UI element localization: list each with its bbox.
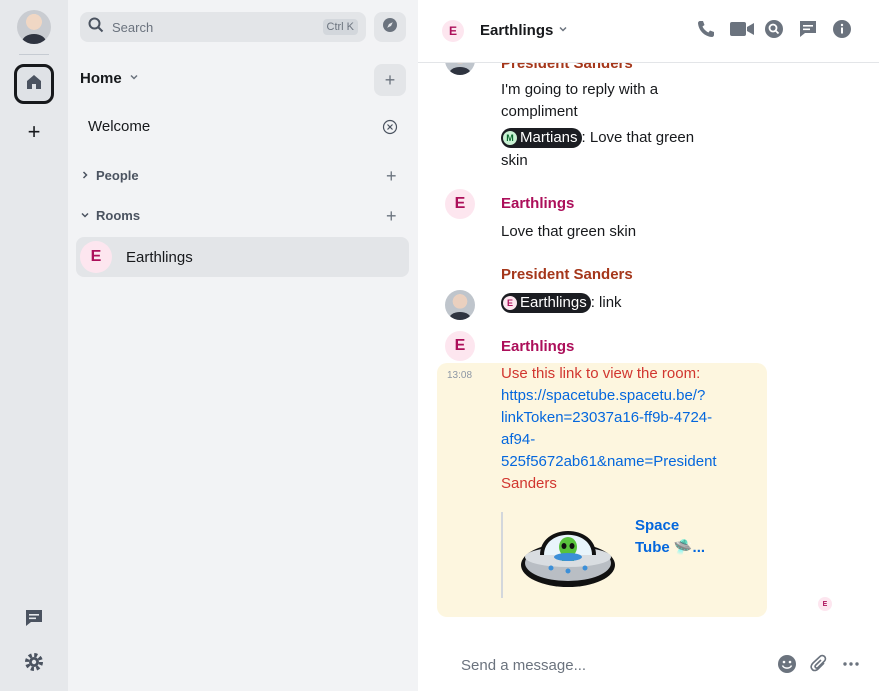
read-receipt-avatar[interactable]: E [818,597,832,611]
smiley-icon [777,654,797,679]
message-link[interactable]: 525f5672ab61&name=President [501,451,717,473]
pill-avatar: M [503,131,517,146]
user-pill-martians[interactable]: M Martians [501,128,582,149]
attach-button[interactable] [808,654,830,679]
reply-line: M Martians : Love that green [501,127,694,149]
message-body: : link [590,294,622,311]
phone-icon [696,19,716,44]
threads-icon [23,607,45,634]
sender-name[interactable]: President Sanders [501,266,633,283]
threads-button[interactable] [797,20,819,42]
explore-rooms-button[interactable] [374,12,406,42]
room-info-button[interactable] [831,19,853,44]
sender-avatar[interactable] [445,290,475,320]
room-search-button[interactable] [763,19,785,44]
video-call-button[interactable] [729,20,755,42]
room-header-avatar[interactable]: E [442,20,464,42]
add-room-button[interactable]: + [374,64,406,96]
pill-label: Martians [520,129,578,147]
sender-avatar[interactable]: E [445,189,475,219]
room-list-panel: Search Ctrl K Home + Welcome People + Ro… [68,0,418,691]
chevron-right-icon [80,168,90,183]
chevron-down-icon [128,70,140,87]
section-label: People [96,168,139,183]
threads-button[interactable] [20,606,48,634]
search-shortcut: Ctrl K [322,19,358,35]
message-body: Sanders [501,475,557,492]
pill-label: Earthlings [520,294,587,312]
home-icon [24,72,44,97]
link-preview-bar [501,512,503,598]
message-body: I'm going to reply with a [501,81,659,98]
preview-title-line: Space [635,517,680,534]
plus-icon: + [27,119,41,144]
add-room-to-section-button[interactable]: + [386,207,397,225]
sender-name[interactable]: Earthlings [501,195,574,212]
message-link[interactable]: af94- [501,429,535,451]
message-body: skin [501,152,528,169]
room-view: E Earthlings President Sanders I'm going… [418,0,879,691]
video-camera-icon [729,19,755,44]
room-avatar: E [80,241,112,273]
home-space-button[interactable] [14,64,54,104]
message-timeline: President Sanders I'm going to reply wit… [418,63,879,633]
ellipsis-icon [841,654,861,679]
threads-icon [798,19,818,44]
sender-name[interactable]: Earthlings [501,338,574,355]
room-name: Earthlings [126,248,193,266]
paperclip-icon [809,654,829,679]
chevron-down-icon [557,22,569,39]
room-header-name-button[interactable]: Earthlings [480,22,569,39]
section-label: Rooms [96,208,141,223]
welcome-item[interactable]: Welcome [88,118,150,135]
quick-settings-button[interactable] [20,650,48,678]
pill-avatar: E [503,296,517,311]
search-placeholder: Search [112,19,154,35]
ufo-alien-image[interactable] [518,513,618,597]
section-rooms[interactable]: Rooms [80,208,140,223]
message-link[interactable]: linkToken=23037a16-ff9b-4724- [501,407,712,429]
message-input[interactable]: Send a message... [461,657,586,674]
room-tile-earthlings[interactable]: E Earthlings [76,237,409,277]
message-timestamp[interactable]: 13:08 [447,370,472,381]
search-icon [764,19,784,44]
room-pill-earthlings[interactable]: E Earthlings [501,293,591,314]
close-circle-icon [382,119,398,139]
home-header[interactable]: Home [80,70,140,87]
plus-icon: + [384,69,396,90]
add-people-button[interactable]: + [386,167,397,185]
message-body: Love that green skin [501,223,637,240]
gear-icon [23,651,45,678]
message-body: compliment [501,103,578,120]
room-header-name: Earthlings [480,22,554,39]
message-body: Use this link to view the room: [501,365,701,382]
search-button[interactable]: Search Ctrl K [80,12,366,42]
home-title: Home [80,70,122,87]
sender-avatar[interactable] [445,63,475,75]
chevron-down-icon [80,208,90,223]
room-header: E Earthlings [418,0,879,63]
info-icon [832,19,852,44]
dismiss-welcome-button[interactable] [382,119,398,135]
emoji-button[interactable] [776,654,798,679]
space-bar: + [0,0,68,691]
section-people[interactable]: People [80,168,139,183]
message-link[interactable]: https://spacetube.spacetu.be/? [501,385,705,407]
message-body: : Love that green [581,129,695,146]
link-preview-title[interactable]: Space Tube 🛸... [635,515,715,559]
create-space-button[interactable]: + [20,118,48,146]
preview-title-line: Tube 🛸... [635,539,706,556]
more-options-button[interactable] [840,655,862,677]
user-avatar[interactable] [17,10,51,44]
message-body-line: E Earthlings : link [501,292,622,314]
voice-call-button[interactable] [695,20,717,42]
divider [19,54,49,55]
search-icon [88,17,104,38]
message-composer: Send a message... [418,640,879,691]
sender-avatar[interactable]: E [445,331,475,361]
sender-name[interactable]: President Sanders [501,63,633,72]
compass-icon [382,17,398,38]
